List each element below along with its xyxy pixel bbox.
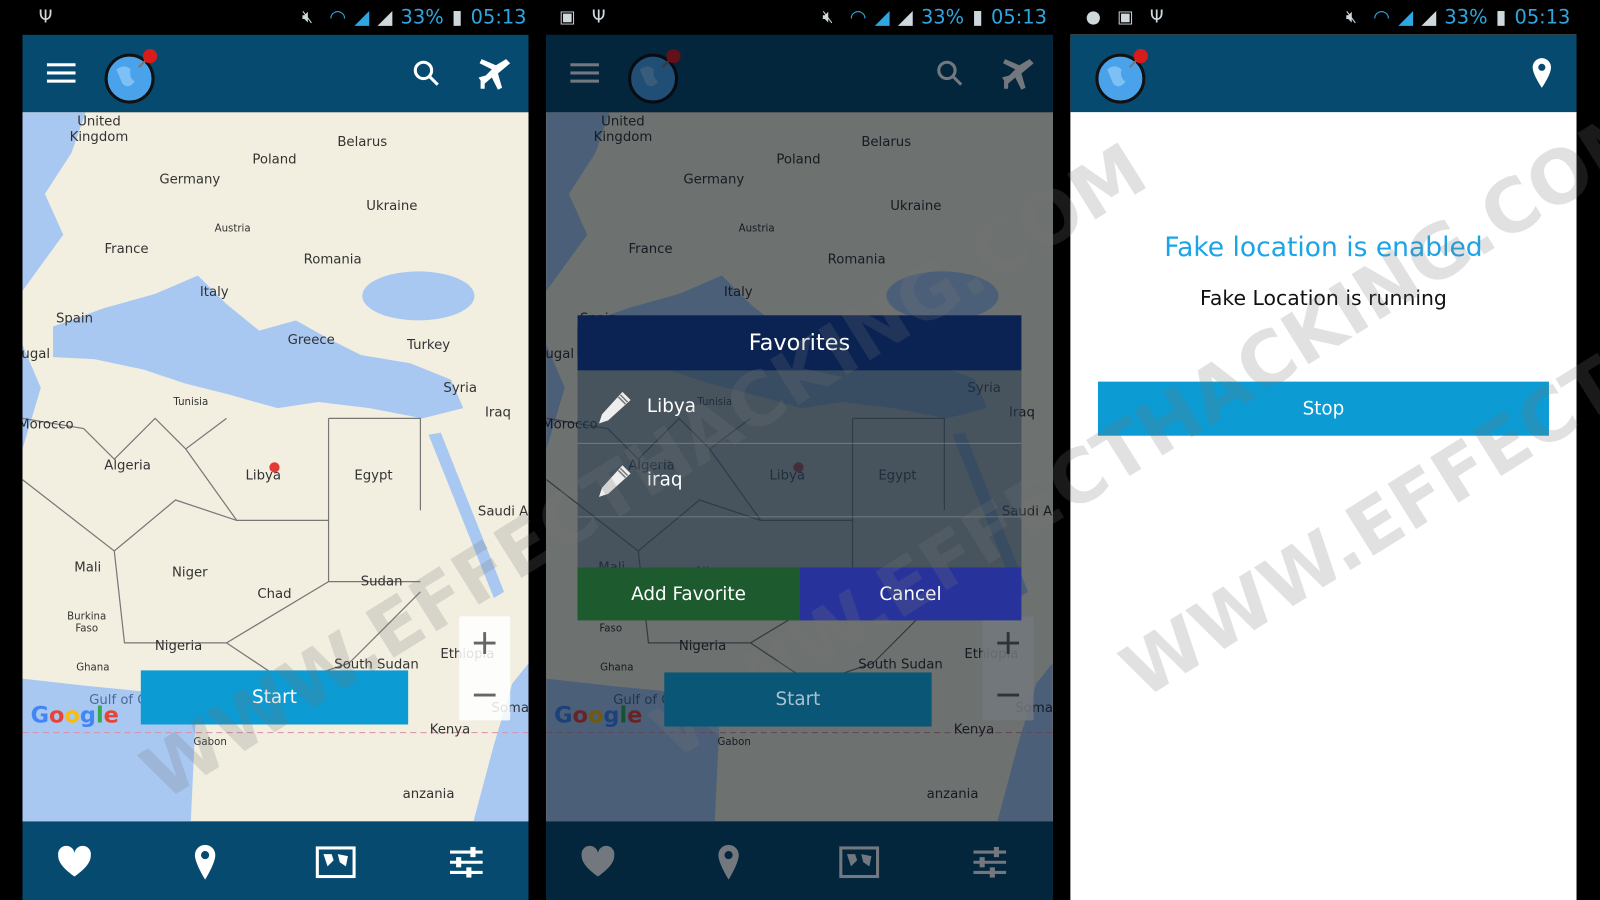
map-label: Gabon <box>194 737 227 748</box>
map-label: France <box>104 242 148 257</box>
signal-no-sim-icon: ◢ <box>377 6 393 29</box>
search-icon[interactable] <box>408 55 445 92</box>
wifi-icon: ◠ <box>329 6 347 29</box>
map-label: ugal <box>22 347 50 362</box>
map-label: Germany <box>159 173 220 188</box>
menu-icon[interactable] <box>43 55 80 92</box>
map-label: Spain <box>56 311 93 326</box>
favorite-item[interactable]: Libya <box>577 370 1022 444</box>
battery-percent: 33% <box>400 6 444 29</box>
app-bar <box>1070 34 1577 113</box>
fake-location-enabled-title: Fake location is enabled <box>1164 232 1483 264</box>
fake-location-running-text: Fake Location is running <box>1200 285 1447 311</box>
map-label: Ghana <box>76 662 109 673</box>
black-sea <box>362 271 475 321</box>
google-logo: Google <box>30 703 119 729</box>
screen-running: Fake location is enabled Fake Location i… <box>1070 34 1577 900</box>
signal-icon: ◢ <box>354 6 370 29</box>
wifi-icon: ◠ <box>1373 6 1391 29</box>
map-label: Poland <box>252 152 296 167</box>
status-bar-3: 🔇︎ ◠ ◢ ◢ 33% ▮ 05:13 <box>1070 0 1576 35</box>
wifi-icon: ◠ <box>849 6 867 29</box>
screen-favorites: UnitedKingdomPolandBelarusGermanyUkraine… <box>545 34 1054 900</box>
map-label: Morocco <box>22 418 73 433</box>
mute-icon: 🔇︎ <box>822 7 834 28</box>
country-border <box>328 417 422 511</box>
zoom-in-button[interactable]: + <box>459 616 510 668</box>
battery-percent: 33% <box>920 6 965 29</box>
app-logo-globe-icon <box>1095 48 1148 104</box>
status-bar-2: 🔇︎ ◠ ◢ ◢ 33% ▮ 05:13 <box>546 0 1053 35</box>
map-label: Iraq <box>485 405 511 420</box>
map-label: Tunisia <box>172 397 208 408</box>
signal-no-sim-icon: ◢ <box>1421 6 1437 29</box>
map-label: Turkey <box>406 338 450 353</box>
battery-percent: 33% <box>1444 6 1488 29</box>
map-label: Romania <box>304 252 362 267</box>
status-content: Fake location is enabled Fake Location i… <box>1070 112 1577 900</box>
favorite-name: Libya <box>646 395 697 418</box>
map-label: United <box>77 115 121 130</box>
clock: 05:13 <box>470 6 527 29</box>
signal-icon: ◢ <box>874 6 890 29</box>
start-button: Start <box>664 672 932 727</box>
pencil-icon[interactable] <box>596 388 633 425</box>
world-map-icon[interactable] <box>315 842 356 883</box>
map-label: anzania <box>403 787 455 802</box>
map-label: Kenya <box>430 723 471 738</box>
mute-icon: 🔇︎ <box>302 7 313 28</box>
map-label: Belarus <box>337 135 387 150</box>
cancel-button[interactable]: Cancel <box>799 567 1022 621</box>
battery-charging-icon: ▮ <box>451 6 463 29</box>
signal-icon: ◢ <box>1398 6 1414 29</box>
favorites-dialog: Favorites Libya iraq Add Favorite Cancel <box>577 315 1022 621</box>
bottom-nav <box>22 821 529 900</box>
add-favorite-button[interactable]: Add Favorite <box>577 567 800 621</box>
battery-charging-icon: ▮ <box>1495 6 1507 29</box>
country-border <box>22 479 237 552</box>
map-label: Algeria <box>104 458 151 473</box>
map-label: Mali <box>74 560 101 575</box>
map-label: Syria <box>443 381 477 396</box>
zoom-out-button[interactable]: − <box>459 668 510 720</box>
clock: 05:13 <box>991 6 1047 29</box>
screen-map: United Kingdom Poland Belarus Germany Ukraine… <box>22 34 529 900</box>
map-label: Niger <box>172 566 208 581</box>
location-pin-icon[interactable] <box>185 842 226 883</box>
map-label: Nigeria <box>155 639 202 654</box>
location-marker[interactable] <box>269 462 280 473</box>
map-label: Chad <box>257 587 291 602</box>
zoom-controls: +− <box>459 616 511 721</box>
start-button[interactable]: Start <box>140 670 409 725</box>
map-label: Kingdom <box>70 130 129 145</box>
clock: 05:13 <box>1514 6 1571 29</box>
map-label: Burkina <box>67 611 106 622</box>
map-label: Faso <box>75 624 98 635</box>
sliders-icon[interactable] <box>446 842 487 883</box>
app-bar <box>22 34 529 113</box>
location-pin-icon[interactable] <box>1523 55 1560 92</box>
favorite-item[interactable]: iraq <box>577 443 1022 518</box>
map-label: Ukraine <box>366 199 417 214</box>
stop-button[interactable]: Stop <box>1097 381 1549 436</box>
airplane-icon[interactable] <box>476 55 513 92</box>
map-label: Sudan <box>361 575 403 590</box>
mute-icon: 🔇︎ <box>1345 7 1357 28</box>
map-label: Saudi A <box>478 504 528 519</box>
heart-icon[interactable] <box>54 842 95 883</box>
favorite-name: iraq <box>646 469 683 491</box>
status-bar-1: 🔇︎ ◠ ◢ ◢ 33% ▮ 05:13 <box>0 0 533 35</box>
map-label: Greece <box>288 333 335 348</box>
map-label: Egypt <box>354 469 392 484</box>
dialog-title: Favorites <box>577 315 1022 371</box>
signal-no-sim-icon: ◢ <box>897 6 913 29</box>
list-space <box>577 517 1022 568</box>
battery-charging-icon: ▮ <box>972 6 983 29</box>
app-logo-globe-icon <box>104 48 158 104</box>
map-label: Italy <box>200 285 229 300</box>
pencil-icon[interactable] <box>596 462 633 499</box>
map-label: Austria <box>215 224 251 235</box>
